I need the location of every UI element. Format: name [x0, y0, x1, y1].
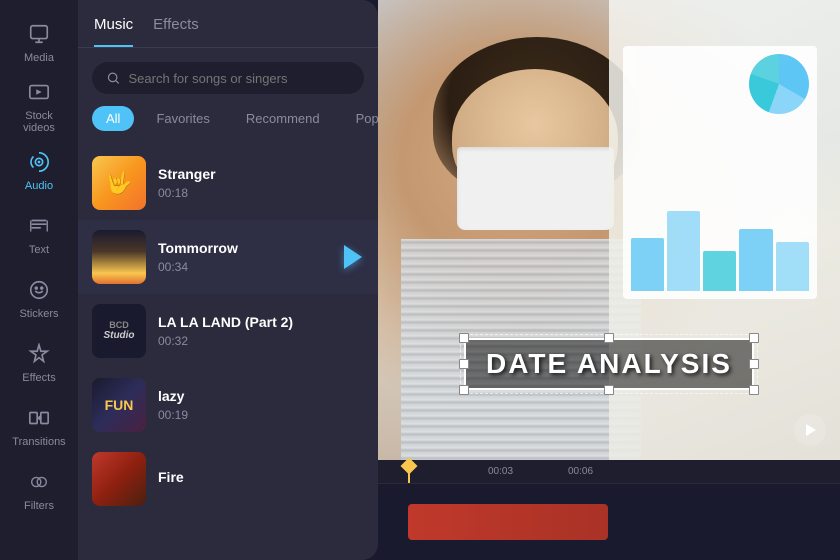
song-thumb-stranger: 🤟 — [92, 156, 146, 210]
song-list: 🤟 Stranger 00:18 Tommorrow 00:34 — [78, 142, 378, 560]
sidebar-item-text[interactable]: Text — [7, 204, 71, 264]
playhead-handle[interactable] — [401, 458, 418, 475]
panel-tabs: Music Effects — [78, 0, 378, 48]
sidebar-item-stickers[interactable]: Stickers — [7, 268, 71, 328]
sidebar-item-media[interactable]: Media — [7, 12, 71, 72]
stock-videos-icon — [25, 78, 53, 106]
music-panel: Music Effects All Favorites Recommend Po… — [78, 0, 378, 560]
media-icon — [25, 20, 53, 48]
sidebar-item-effects[interactable]: Effects — [7, 332, 71, 392]
song-item-fire[interactable]: Fire — [78, 442, 378, 516]
stickers-icon — [25, 276, 53, 304]
sidebar-item-media-label: Media — [24, 52, 54, 64]
tab-music[interactable]: Music — [94, 16, 133, 47]
filters-icon — [25, 468, 53, 496]
filter-recommend[interactable]: Recommend — [232, 106, 334, 131]
song-item-lalaland[interactable]: BCD Studio LA LA LAND (Part 2) 00:32 — [78, 294, 378, 368]
handle-bc[interactable] — [604, 385, 614, 395]
sidebar: Media Stockvideos Audio Text — [0, 0, 78, 560]
transitions-icon — [25, 404, 53, 432]
search-icon — [106, 70, 121, 86]
song-info-lalaland: LA LA LAND (Part 2) 00:32 — [158, 314, 364, 348]
sidebar-item-audio-label: Audio — [25, 180, 53, 192]
filter-bar: All Favorites Recommend Pop — [78, 104, 378, 142]
timeline-ruler: 00:03 00:06 — [378, 460, 840, 484]
video-text-overlay[interactable]: DATE ANALYSIS — [378, 338, 840, 390]
filter-favorites[interactable]: Favorites — [142, 106, 223, 131]
song-title-lalaland: LA LA LAND (Part 2) — [158, 314, 364, 330]
song-item-stranger[interactable]: 🤟 Stranger 00:18 — [78, 146, 378, 220]
video-text-content: DATE ANALYSIS — [486, 348, 732, 379]
track-clip[interactable] — [408, 504, 608, 540]
song-info-tommorrow: Tommorrow 00:34 — [158, 240, 364, 274]
search-input[interactable] — [129, 71, 350, 86]
search-bar[interactable] — [92, 62, 364, 94]
song-thumb-fire — [92, 452, 146, 506]
handle-mr[interactable] — [749, 359, 759, 369]
tab-effects[interactable]: Effects — [153, 16, 199, 47]
handle-tc[interactable] — [604, 333, 614, 343]
sidebar-item-filters[interactable]: Filters — [7, 460, 71, 520]
video-text-box[interactable]: DATE ANALYSIS — [464, 338, 754, 390]
timeline-marker-2: 00:06 — [568, 466, 593, 477]
playhead[interactable] — [408, 460, 410, 483]
song-duration-lalaland: 00:32 — [158, 334, 364, 348]
filter-all[interactable]: All — [92, 106, 134, 131]
song-item-tommorrow[interactable]: Tommorrow 00:34 — [78, 220, 378, 294]
song-title-tommorrow: Tommorrow — [158, 240, 364, 256]
song-item-lazy[interactable]: FUN lazy 00:19 — [78, 368, 378, 442]
song-thumb-tommorrow — [92, 230, 146, 284]
song-title-fire: Fire — [158, 469, 364, 485]
sidebar-item-text-label: Text — [29, 244, 49, 256]
sidebar-item-audio[interactable]: Audio — [7, 140, 71, 200]
sidebar-item-stickers-label: Stickers — [19, 308, 58, 320]
handle-bl[interactable] — [459, 385, 469, 395]
song-thumb-lalaland: BCD Studio — [92, 304, 146, 358]
handle-ml[interactable] — [459, 359, 469, 369]
sidebar-item-stock-videos[interactable]: Stockvideos — [7, 76, 71, 136]
timeline-track[interactable] — [378, 484, 840, 560]
text-icon — [25, 212, 53, 240]
handle-tl[interactable] — [459, 333, 469, 343]
timeline: 00:03 00:06 — [378, 460, 840, 560]
preview-image: DATE ANALYSIS — [378, 0, 840, 460]
filter-pop[interactable]: Pop — [342, 106, 378, 131]
sidebar-item-stock-videos-label: Stockvideos — [23, 110, 55, 134]
song-duration-stranger: 00:18 — [158, 186, 364, 200]
song-duration-tommorrow: 00:34 — [158, 260, 364, 274]
play-cursor-icon — [344, 245, 362, 269]
handle-tr[interactable] — [749, 333, 759, 343]
sidebar-item-filters-label: Filters — [24, 500, 54, 512]
preview-panel: DATE ANALYSIS — [378, 0, 840, 460]
audio-icon — [25, 148, 53, 176]
handle-br[interactable] — [749, 385, 759, 395]
sidebar-item-transitions[interactable]: Transitions — [7, 396, 71, 456]
song-info-lazy: lazy 00:19 — [158, 388, 364, 422]
song-info-fire: Fire — [158, 469, 364, 489]
song-duration-lazy: 00:19 — [158, 408, 364, 422]
timeline-marker-1: 00:03 — [488, 466, 513, 477]
song-thumb-lazy: FUN — [92, 378, 146, 432]
song-info-stranger: Stranger 00:18 — [158, 166, 364, 200]
song-title-stranger: Stranger — [158, 166, 364, 182]
song-title-lazy: lazy — [158, 388, 364, 404]
sidebar-item-effects-label: Effects — [22, 372, 55, 384]
preview-play-button[interactable] — [794, 414, 826, 446]
effects-icon — [25, 340, 53, 368]
sidebar-item-transitions-label: Transitions — [12, 436, 65, 448]
